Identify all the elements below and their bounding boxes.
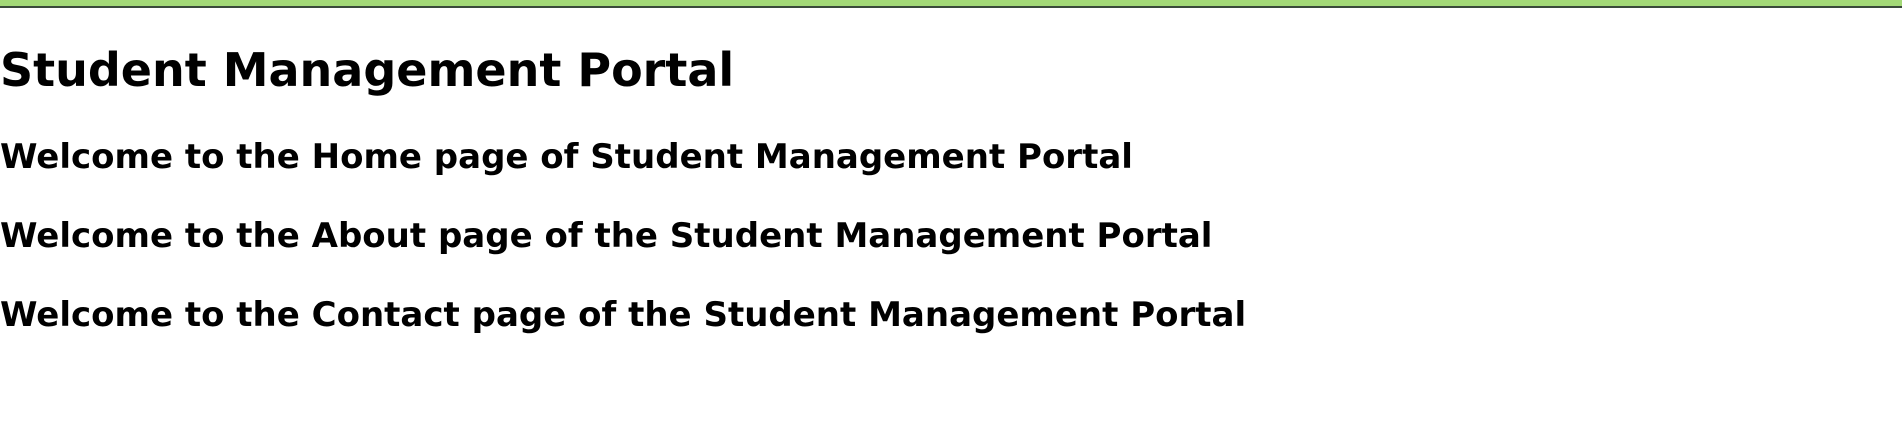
top-accent-bar xyxy=(0,0,1902,8)
contact-welcome-heading: Welcome to the Contact page of the Stude… xyxy=(0,295,1247,335)
page-title: Student Management Portal xyxy=(0,43,735,97)
about-welcome-heading: Welcome to the About page of the Student… xyxy=(0,216,1213,256)
home-welcome-heading: Welcome to the Home page of Student Mana… xyxy=(0,137,1133,177)
